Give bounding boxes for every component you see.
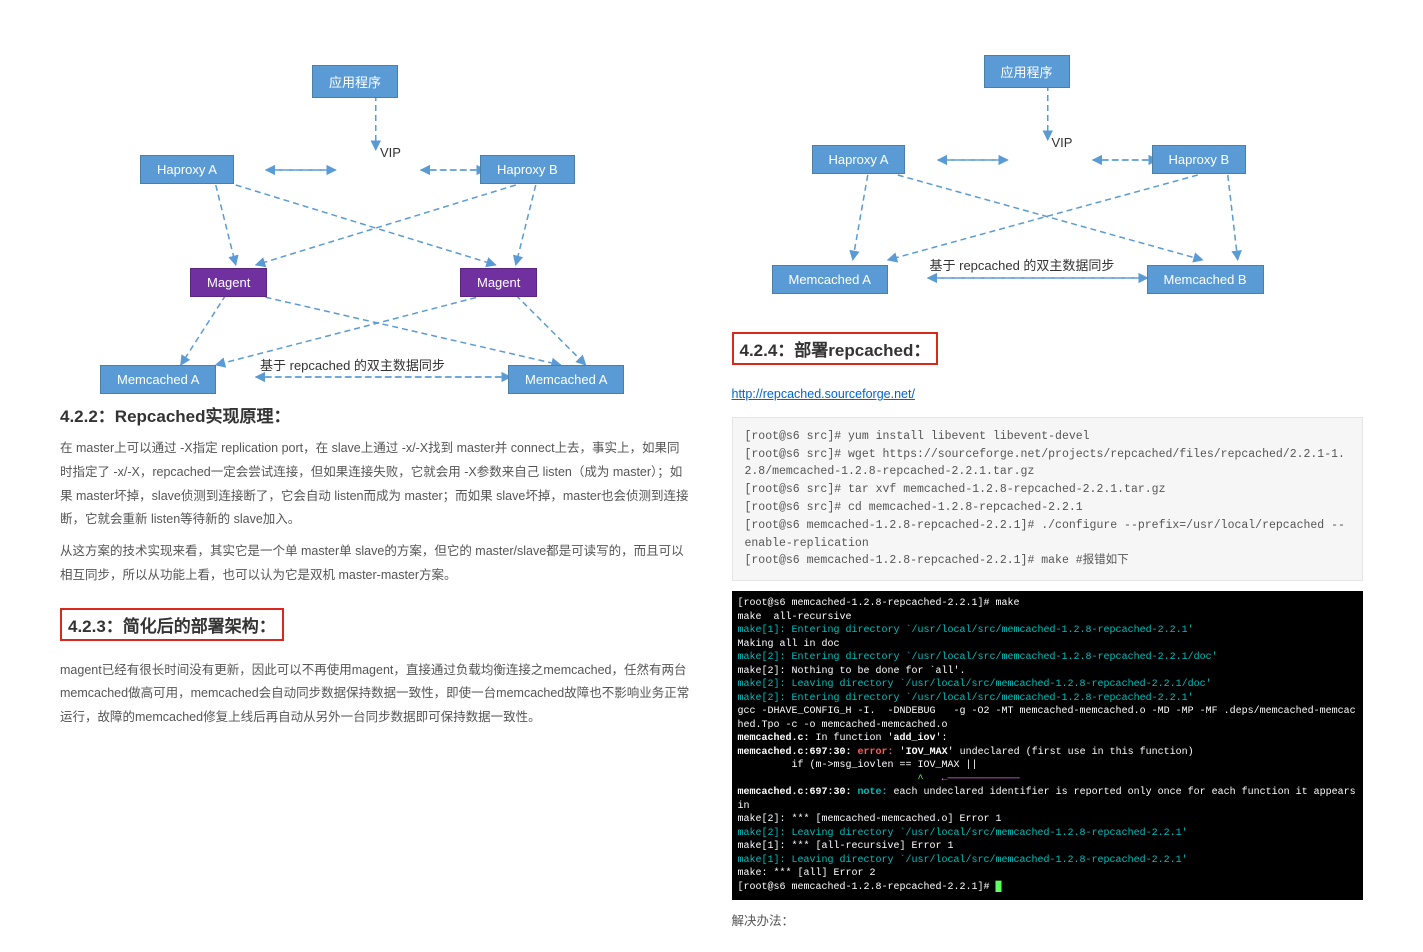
- para-422a: 在 master上可以通过 -X指定 replication port，在 sl…: [60, 437, 692, 532]
- box-app: 应用程序: [984, 55, 1070, 88]
- caption-repcached: 基于 repcached 的双主数据同步: [930, 255, 1115, 274]
- heading-423: 4.2.3：简化后的部署架构：: [60, 608, 284, 641]
- left-column: 应用程序 VIP Haproxy A Haproxy B Magent Mage…: [60, 10, 692, 942]
- label-vip: VIP: [380, 145, 401, 160]
- box-magent-a: Magent: [190, 268, 267, 297]
- terminal-output: [root@s6 memcached-1.2.8-repcached-2.2.1…: [732, 591, 1364, 900]
- diagram-simplified: 应用程序 VIP Haproxy A Haproxy B 基于 repcache…: [732, 20, 1364, 310]
- box-memcached-a: Memcached A: [772, 265, 888, 294]
- link-repcached[interactable]: http://repcached.sourceforge.net/: [732, 387, 915, 401]
- box-haproxy-a: Haproxy A: [812, 145, 906, 174]
- box-haproxy-a: Haproxy A: [140, 155, 234, 184]
- box-magent-b: Magent: [460, 268, 537, 297]
- diagram-full: 应用程序 VIP Haproxy A Haproxy B Magent Mage…: [60, 20, 692, 390]
- para-solve: 解决办法：: [732, 910, 1364, 934]
- box-app: 应用程序: [312, 65, 398, 98]
- heading-422: 4.2.2：Repcached实现原理：: [60, 402, 692, 427]
- right-column: 应用程序 VIP Haproxy A Haproxy B 基于 repcache…: [732, 10, 1364, 942]
- code-block-install: [root@s6 src]# yum install libevent libe…: [732, 417, 1364, 582]
- caption-repcached: 基于 repcached 的双主数据同步: [260, 355, 445, 374]
- box-memcached-b: Memcached B: [1147, 265, 1264, 294]
- box-haproxy-b: Haproxy B: [480, 155, 575, 184]
- label-vip: VIP: [1052, 135, 1073, 150]
- box-haproxy-b: Haproxy B: [1152, 145, 1247, 174]
- para-422b: 从这方案的技术实现来看，其实它是一个单 master单 slave的方案，但它的…: [60, 540, 692, 588]
- heading-424: 4.2.4：部署repcached：: [732, 332, 939, 365]
- box-memcached-b: Memcached A: [508, 365, 624, 394]
- box-memcached-a: Memcached A: [100, 365, 216, 394]
- para-423: magent已经有很长时间没有更新，因此可以不再使用magent，直接通过负载均…: [60, 659, 692, 730]
